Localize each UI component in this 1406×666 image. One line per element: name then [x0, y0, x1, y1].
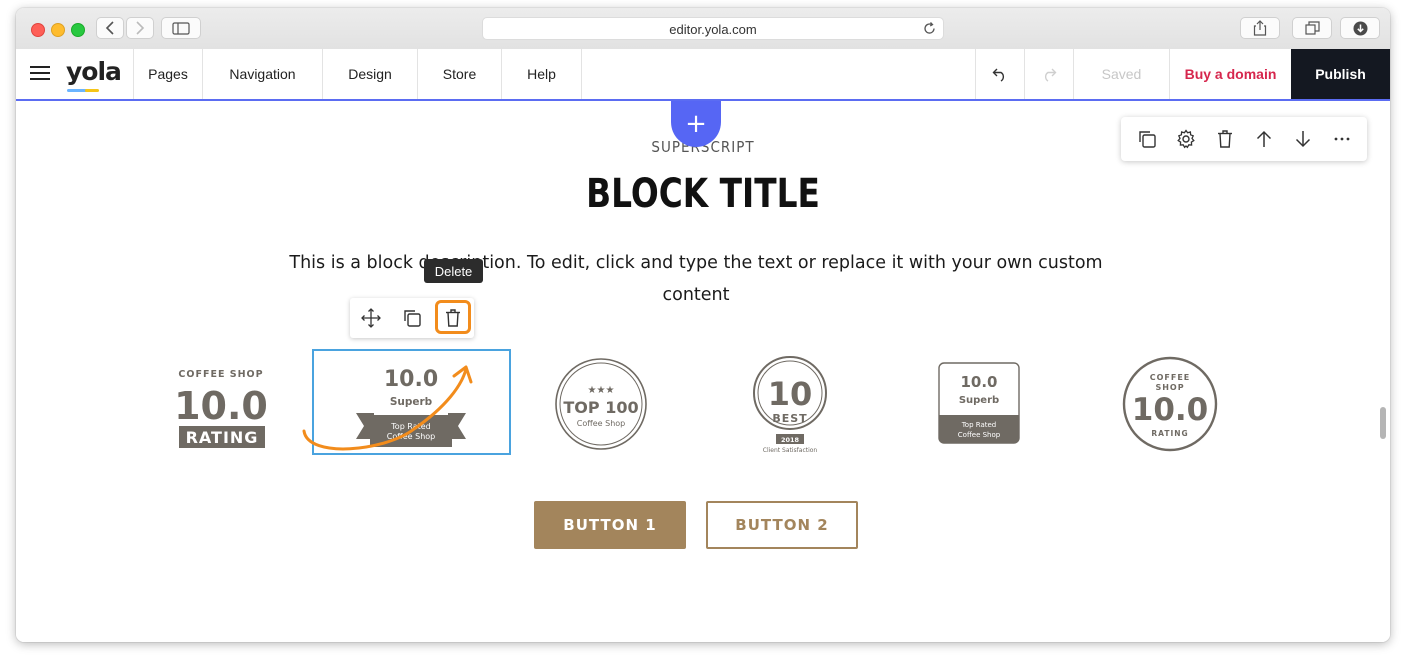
move-icon[interactable] — [361, 308, 381, 328]
url-text: editor.yola.com — [669, 22, 757, 37]
nav-navigation[interactable]: Navigation — [202, 49, 322, 99]
downloads-button[interactable] — [1340, 17, 1380, 39]
forward-button[interactable] — [126, 17, 154, 39]
item-duplicate-icon[interactable] — [402, 308, 422, 328]
badge6-sub: RATING — [1151, 429, 1188, 438]
address-bar[interactable]: editor.yola.com — [482, 17, 944, 40]
sidebar-icon — [172, 21, 190, 35]
badge3-big: TOP 100 — [563, 398, 638, 417]
badge-coffee-shop-rating[interactable]: COFFEE SHOP 10.0 RATING — [171, 359, 271, 454]
editor-canvas: SUPERSCRIPT + BLOCK TITLE This is a bloc… — [16, 101, 1390, 642]
badge4-foot: Client Satisfaction — [763, 447, 818, 454]
badge-top-100[interactable]: ★★★ TOP 100 Coffee Shop — [554, 357, 648, 453]
delete-tooltip: Delete — [424, 259, 483, 283]
toolbar-spacer — [581, 49, 975, 99]
tabs-icon — [1304, 21, 1320, 35]
undo-icon — [992, 68, 1005, 82]
gear-icon[interactable] — [1176, 129, 1196, 149]
more-options-icon[interactable] — [1332, 129, 1352, 149]
sidebar-toggle-button[interactable] — [161, 17, 201, 39]
logo-accent-2 — [85, 89, 99, 92]
badge5-foot1: Top Rated — [961, 421, 997, 429]
minimize-window-button[interactable] — [51, 23, 65, 37]
badge6-top2: SHOP — [1155, 383, 1184, 392]
redo-button[interactable] — [1024, 49, 1073, 99]
badge6-big: 10.0 — [1132, 392, 1209, 428]
badge6-top1: COFFEE — [1150, 373, 1191, 382]
badge-coffee-shop-circle[interactable]: COFFEE SHOP 10.0 RATING — [1122, 356, 1218, 452]
nav-design[interactable]: Design — [322, 49, 417, 99]
duplicate-icon[interactable] — [1137, 129, 1157, 149]
redo-icon — [1044, 68, 1057, 82]
nav-store[interactable]: Store — [417, 49, 501, 99]
badge1-line3: RATING — [186, 428, 259, 447]
zoom-window-button[interactable] — [71, 23, 85, 37]
arrow-up-icon[interactable] — [1254, 129, 1274, 149]
badge5-big: 10.0 — [960, 373, 997, 391]
badge4-sub: BEST — [772, 412, 807, 425]
badge-superb-box[interactable]: 10.0 Superb Top Rated Coffee Shop — [938, 362, 1022, 446]
badge-10-best[interactable]: 10 BEST 2018 Client Satisfaction — [738, 355, 842, 455]
badge4-year: 2018 — [781, 436, 800, 444]
close-window-button[interactable] — [31, 23, 45, 37]
buy-domain-button[interactable]: Buy a domain — [1169, 49, 1291, 99]
chevron-left-icon — [105, 21, 114, 35]
plus-icon: + — [685, 109, 707, 139]
share-button[interactable] — [1240, 17, 1280, 39]
block-toolbar — [1121, 117, 1367, 161]
badge5-foot2: Coffee Shop — [958, 431, 1001, 439]
badge5-sub: Superb — [959, 395, 999, 406]
trash-icon[interactable] — [1215, 129, 1235, 149]
hamburger-menu-icon[interactable] — [30, 65, 50, 81]
button-2[interactable]: BUTTON 2 — [706, 501, 858, 549]
arrow-down-icon[interactable] — [1293, 129, 1313, 149]
yola-logo[interactable]: yola — [66, 57, 122, 86]
browser-window: editor.yola.com yola Pages Navigation De… — [16, 8, 1390, 642]
badge1-line1: COFFEE SHOP — [178, 369, 263, 380]
canvas-scrollbar[interactable] — [1380, 407, 1386, 439]
logo-accent — [67, 89, 87, 92]
tabs-overview-button[interactable] — [1292, 17, 1332, 39]
badge3-sub: Coffee Shop — [577, 419, 626, 428]
button-1[interactable]: BUTTON 1 — [534, 501, 686, 549]
badge1-big: 10.0 — [174, 384, 268, 428]
undo-button[interactable] — [975, 49, 1024, 99]
publish-button[interactable]: Publish — [1291, 49, 1390, 99]
back-button[interactable] — [96, 17, 124, 39]
badge4-big: 10 — [768, 375, 813, 413]
share-icon — [1253, 20, 1267, 36]
drag-arrow-annotation — [302, 365, 473, 451]
chevron-right-icon — [136, 21, 145, 35]
editor-toolbar: yola Pages Navigation Design Store Help … — [16, 49, 1390, 101]
nav-help[interactable]: Help — [501, 49, 581, 99]
nav-pages[interactable]: Pages — [133, 49, 202, 99]
block-title[interactable]: BLOCK TITLE — [140, 171, 1267, 217]
reload-icon[interactable] — [922, 21, 937, 36]
badge3-stars: ★★★ — [588, 385, 615, 396]
browser-titlebar: editor.yola.com — [16, 8, 1390, 50]
item-trash-icon[interactable] — [443, 308, 463, 328]
saved-status: Saved — [1073, 49, 1169, 99]
download-icon — [1353, 21, 1367, 35]
